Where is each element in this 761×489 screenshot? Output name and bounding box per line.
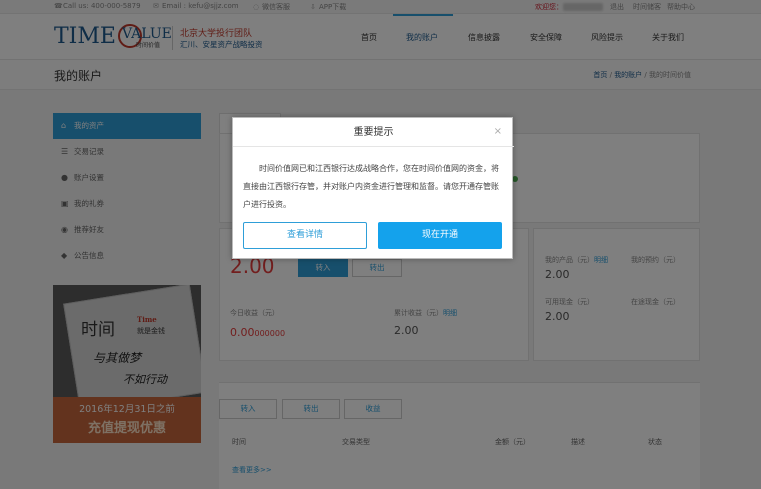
open-now-button[interactable]: 现在开通 [378, 222, 502, 249]
close-icon[interactable]: × [494, 126, 502, 137]
modal-title: 重要提示 [233, 118, 514, 147]
notice-modal: 重要提示 × 时间价值网已和江西银行达成战略合作，您在时间价值网的资金，将直接由… [232, 117, 514, 259]
modal-message: 时间价值网已和江西银行达成战略合作，您在时间价值网的资金，将直接由江西银行存管，… [243, 164, 499, 209]
view-details-button[interactable]: 查看详情 [243, 222, 367, 249]
